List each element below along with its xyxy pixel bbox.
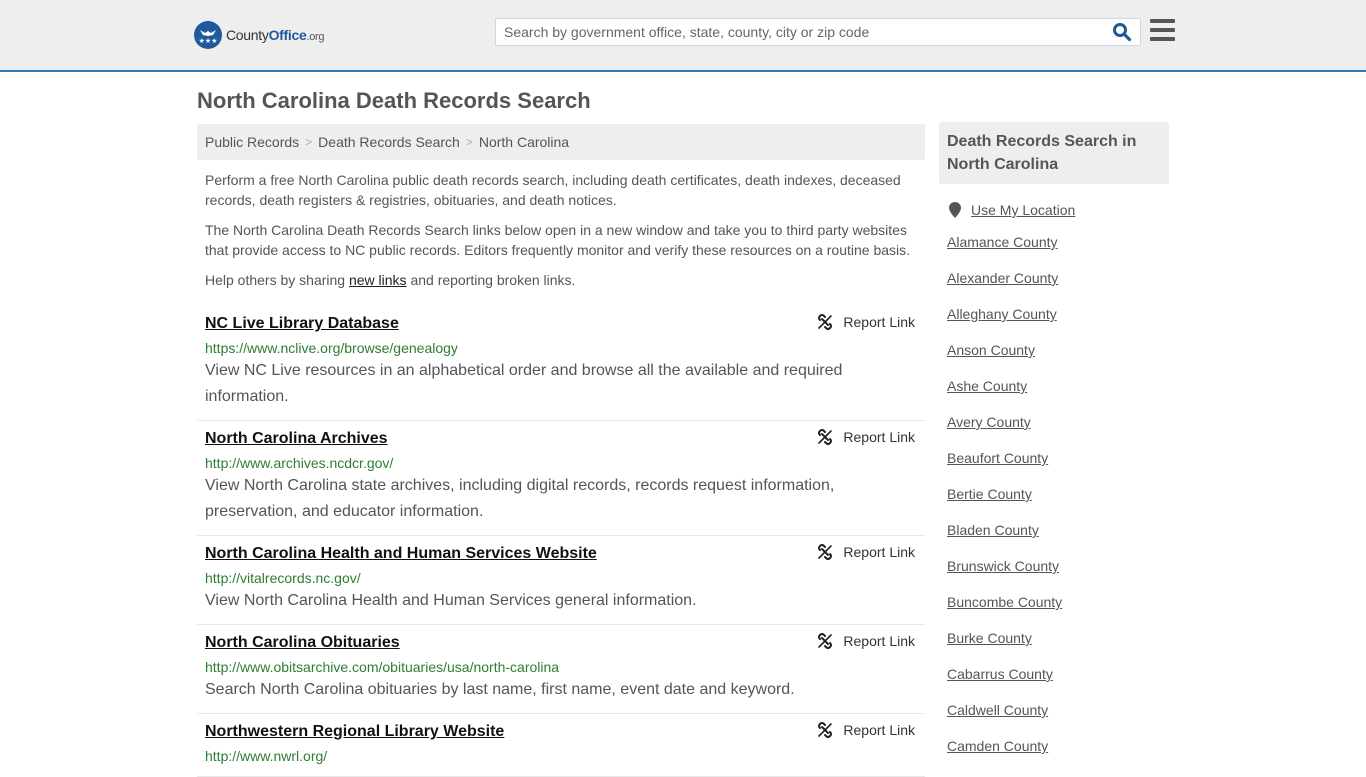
intro-text: Perform a free North Carolina public dea… (197, 170, 925, 290)
result-url[interactable]: http://www.nwrl.org/ (205, 746, 917, 766)
county-list-item: Brunswick County (947, 558, 1169, 594)
county-link[interactable]: Ashe County (947, 378, 1027, 394)
text: Help others by sharing (205, 272, 349, 288)
county-list-item: Bertie County (947, 486, 1169, 522)
report-link-label: Report Link (843, 429, 915, 445)
search-bar (495, 18, 1141, 46)
report-link-button[interactable]: Report Link (817, 314, 915, 330)
county-link[interactable]: Camden County (947, 738, 1048, 754)
report-link-label: Report Link (843, 633, 915, 649)
breadcrumb-separator: > (305, 135, 313, 149)
county-list-item: Avery County (947, 414, 1169, 450)
county-link[interactable]: Buncombe County (947, 594, 1062, 610)
county-link[interactable]: Brunswick County (947, 558, 1059, 574)
result-item: NC Live Library Database https://www.ncli… (197, 306, 925, 421)
report-link-label: Report Link (843, 722, 915, 738)
site-header: ★★★ CountyOffice.org (0, 0, 1366, 72)
county-link[interactable]: Caldwell County (947, 702, 1048, 718)
search-input[interactable] (496, 19, 1096, 45)
page-title: North Carolina Death Records Search (197, 88, 591, 113)
county-list-item: Beaufort County (947, 450, 1169, 486)
result-item: North Carolina Health and Human Services… (197, 536, 925, 625)
county-list-item: Cabarrus County (947, 666, 1169, 702)
county-link[interactable]: Bertie County (947, 486, 1032, 502)
county-list-item: Alleghany County (947, 306, 1169, 342)
search-icon (1113, 23, 1132, 42)
county-list-item: Alexander County (947, 270, 1169, 306)
county-link[interactable]: Bladen County (947, 522, 1039, 538)
county-list-item: Ashe County (947, 378, 1169, 414)
county-list-item: Anson County (947, 342, 1169, 378)
result-title-link[interactable]: North Carolina Obituaries (205, 633, 400, 653)
report-link-button[interactable]: Report Link (817, 544, 915, 560)
county-list-item: Alamance County (947, 234, 1169, 270)
hamburger-menu-button[interactable] (1150, 19, 1175, 43)
county-list-item: Burke County (947, 630, 1169, 666)
county-list-item: Buncombe County (947, 594, 1169, 630)
breadcrumb-current: North Carolina (478, 134, 570, 150)
logo-text: CountyOffice.org (226, 27, 325, 43)
breadcrumb: Public Records > Death Records Search > … (197, 124, 925, 160)
svg-text:★★★: ★★★ (199, 37, 218, 45)
result-url[interactable]: http://www.obitsarchive.com/obituaries/u… (205, 657, 917, 677)
county-link[interactable]: Alamance County (947, 234, 1058, 250)
result-title-link[interactable]: NC Live Library Database (205, 314, 399, 334)
broken-link-icon (818, 314, 833, 330)
county-link[interactable]: Avery County (947, 414, 1031, 430)
county-link[interactable]: Cabarrus County (947, 666, 1053, 682)
county-list-item: Caldwell County (947, 702, 1169, 738)
county-link[interactable]: Alexander County (947, 270, 1058, 286)
report-link-button[interactable]: Report Link (817, 429, 915, 445)
result-title-link[interactable]: Northwestern Regional Library Website (205, 722, 504, 742)
county-list-item: Camden County (947, 738, 1169, 774)
menu-bar (1150, 28, 1175, 32)
broken-link-icon (818, 429, 833, 445)
result-url[interactable]: http://www.archives.ncdcr.gov/ (205, 453, 917, 473)
use-my-location: Use My Location (939, 202, 1169, 218)
sidebar-heading: Death Records Search in North Carolina (939, 122, 1169, 184)
county-list: Alamance County Alexander County Alleghany… (939, 234, 1169, 774)
county-list-item: Bladen County (947, 522, 1169, 558)
text: and reporting broken links. (406, 272, 576, 288)
new-links-link[interactable]: new links (349, 272, 407, 288)
result-item: North Carolina Archives http://www.archiv… (197, 421, 925, 536)
breadcrumb-public-records[interactable]: Public Records (205, 134, 299, 150)
menu-bar (1150, 37, 1175, 41)
intro-paragraph: The North Carolina Death Records Search … (205, 222, 911, 258)
broken-link-icon (818, 633, 833, 649)
report-link-label: Report Link (843, 544, 915, 560)
breadcrumb-death-records-search[interactable]: Death Records Search (318, 134, 460, 150)
broken-link-icon (818, 544, 833, 560)
intro-paragraph: Help others by sharing new links and rep… (205, 270, 917, 290)
breadcrumb-separator: > (465, 135, 473, 149)
eagle-stars-icon: ★★★ (194, 21, 222, 49)
map-pin-icon (949, 202, 961, 218)
result-description: Search North Carolina obituaries by last… (205, 681, 795, 698)
result-url[interactable]: https://www.nclive.org/browse/genealogy (205, 338, 917, 358)
county-link[interactable]: Anson County (947, 342, 1035, 358)
result-url[interactable]: http://vitalrecords.nc.gov/ (205, 568, 917, 588)
use-my-location-link[interactable]: Use My Location (971, 202, 1075, 218)
county-link[interactable]: Alleghany County (947, 306, 1057, 322)
county-link[interactable]: Beaufort County (947, 450, 1048, 466)
report-link-label: Report Link (843, 314, 915, 330)
county-link[interactable]: Burke County (947, 630, 1032, 646)
search-button[interactable] (1112, 22, 1134, 42)
result-description: View North Carolina Health and Human Ser… (205, 592, 697, 609)
report-link-button[interactable]: Report Link (817, 633, 915, 649)
result-description: View North Carolina state archives, incl… (205, 477, 835, 520)
results-list: NC Live Library Database https://www.ncli… (197, 306, 925, 777)
result-item: North Carolina Obituaries http://www.obit… (197, 625, 925, 714)
sidebar: Death Records Search in North Carolina U… (939, 122, 1169, 774)
intro-paragraph: Perform a free North Carolina public dea… (205, 172, 901, 208)
hamburger-menu-icon (1150, 19, 1175, 23)
report-link-button[interactable]: Report Link (817, 722, 915, 738)
broken-link-icon (818, 722, 833, 738)
site-logo[interactable]: ★★★ CountyOffice.org (194, 21, 325, 49)
result-description: View NC Live resources in an alphabetica… (205, 362, 843, 405)
main-content: Public Records > Death Records Search > … (197, 124, 925, 777)
result-title-link[interactable]: North Carolina Health and Human Services… (205, 544, 597, 564)
result-title-link[interactable]: North Carolina Archives (205, 429, 388, 449)
